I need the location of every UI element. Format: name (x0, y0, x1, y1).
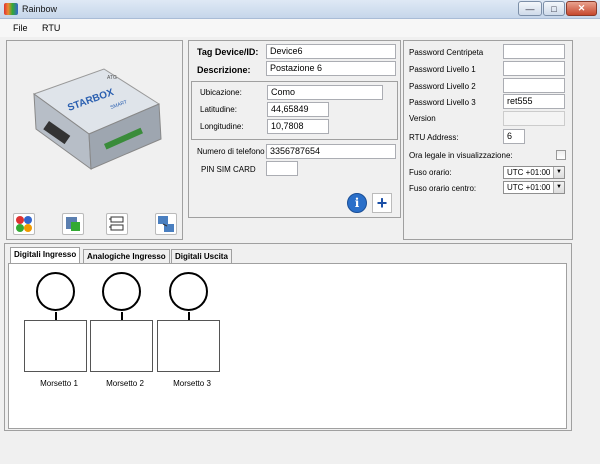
minimize-button[interactable]: — (518, 1, 542, 16)
latitude-field[interactable]: 44,65849 (267, 102, 329, 117)
terminal-label: Morsetto 3 (173, 379, 211, 388)
chevron-down-icon: ▼ (553, 167, 564, 178)
version-label: Version (409, 114, 436, 123)
rtu-address-label: RTU Address: (409, 133, 459, 142)
terminal-stem (121, 312, 123, 320)
settings-colors-button[interactable] (13, 213, 35, 235)
pw-level2-label: Password Livello 2 (409, 82, 476, 91)
longitude-field[interactable]: 10,7808 (267, 119, 329, 134)
menu-bar: File RTU (0, 19, 600, 37)
tag-field[interactable]: Device6 (266, 44, 396, 59)
pw-level1-field[interactable] (503, 61, 565, 76)
terminal-circle (36, 272, 75, 311)
tab-digitali-ingresso[interactable]: Digitali Ingresso (10, 247, 81, 264)
pw-level2-field[interactable] (503, 78, 565, 93)
title-bar: Rainbow — □ ✕ (0, 0, 600, 19)
pin-label: PIN SIM CARD (201, 165, 256, 174)
pw-level3-label: Password Livello 3 (409, 98, 476, 107)
network-computers-button[interactable] (155, 213, 177, 235)
window-title: Rainbow (22, 4, 58, 14)
settings-colors-icon (16, 216, 32, 232)
tab-analogiche-ingresso[interactable]: Analogiche Ingresso (83, 249, 170, 263)
fuso-orario-centro-select[interactable]: UTC +01:00 ▼ (503, 181, 565, 194)
menu-rtu[interactable]: RTU (42, 23, 60, 33)
pw-centripeta-field[interactable] (503, 44, 565, 59)
latitude-label: Latitudine: (200, 105, 237, 114)
device-logo-text: ATG (107, 75, 117, 81)
fuso-orario-label: Fuso orario: (409, 168, 452, 177)
ubicazione-label: Ubicazione: (200, 88, 242, 97)
fuso-orario-centro-label: Fuso orario centro: (409, 184, 477, 193)
io-modules-button[interactable] (106, 213, 128, 235)
database-edit-icon (66, 217, 80, 231)
version-field (503, 111, 565, 126)
pw-level1-label: Password Livello 1 (409, 65, 476, 74)
database-edit-button[interactable] (62, 213, 84, 235)
fuso-orario-select[interactable]: UTC +01:00 ▼ (503, 166, 565, 179)
close-button[interactable]: ✕ (566, 1, 597, 16)
ora-legale-label: Ora legale in visualizzazione: (409, 151, 513, 160)
info-icon[interactable]: i (347, 193, 367, 213)
phone-label: Numero di telefono (197, 147, 265, 156)
pw-level3-field[interactable]: ret555 (503, 94, 565, 109)
ora-legale-checkbox[interactable] (556, 150, 566, 160)
menu-file[interactable]: File (13, 23, 28, 33)
phone-field[interactable]: 3356787654 (266, 144, 396, 159)
rtu-address-field[interactable]: 6 (503, 129, 525, 144)
tag-label: Tag Device/ID: (197, 47, 259, 57)
terminal-box (90, 320, 153, 372)
fuso-orario-centro-value: UTC +01:00 (507, 183, 551, 192)
pw-centripeta-label: Password Centripeta (409, 48, 484, 57)
terminal-circle (102, 272, 141, 311)
chevron-down-icon: ▼ (553, 182, 564, 193)
description-field[interactable]: Postazione 6 (266, 61, 396, 76)
maximize-button[interactable]: □ (543, 1, 565, 16)
device-info-panel: Tag Device/ID: Device6 Descrizione: Post… (188, 40, 401, 218)
tab-digitali-uscita[interactable]: Digitali Uscita (171, 249, 232, 263)
location-group: Ubicazione: Como Latitudine: 44,65849 Lo… (191, 81, 398, 140)
longitude-label: Longitudine: (200, 122, 244, 131)
terminal-circle (169, 272, 208, 311)
io-modules-icon (109, 216, 124, 231)
add-icon[interactable]: + (372, 193, 392, 213)
terminal-stem (55, 312, 57, 320)
terminal-box (24, 320, 87, 372)
terminal-box (157, 320, 220, 372)
settings-panel: Password Centripeta Password Livello 1 P… (403, 40, 573, 240)
terminal-3[interactable]: Morsetto 3 (152, 272, 232, 392)
description-label: Descrizione: (197, 65, 251, 75)
device-image-panel: STARBOX SMART ATG (6, 40, 183, 240)
rainbow-app-icon (4, 3, 18, 15)
tab-page-digitali-ingresso: Morsetto 1 Morsetto 2 Morsetto 3 (8, 263, 567, 429)
terminal-stem (188, 312, 190, 320)
starbox-device-image: STARBOX SMART ATG (32, 68, 162, 171)
pin-field[interactable] (266, 161, 298, 176)
network-computers-icon (158, 216, 174, 232)
ubicazione-field[interactable]: Como (267, 85, 383, 100)
status-bar (0, 433, 600, 464)
fuso-orario-value: UTC +01:00 (507, 168, 551, 177)
